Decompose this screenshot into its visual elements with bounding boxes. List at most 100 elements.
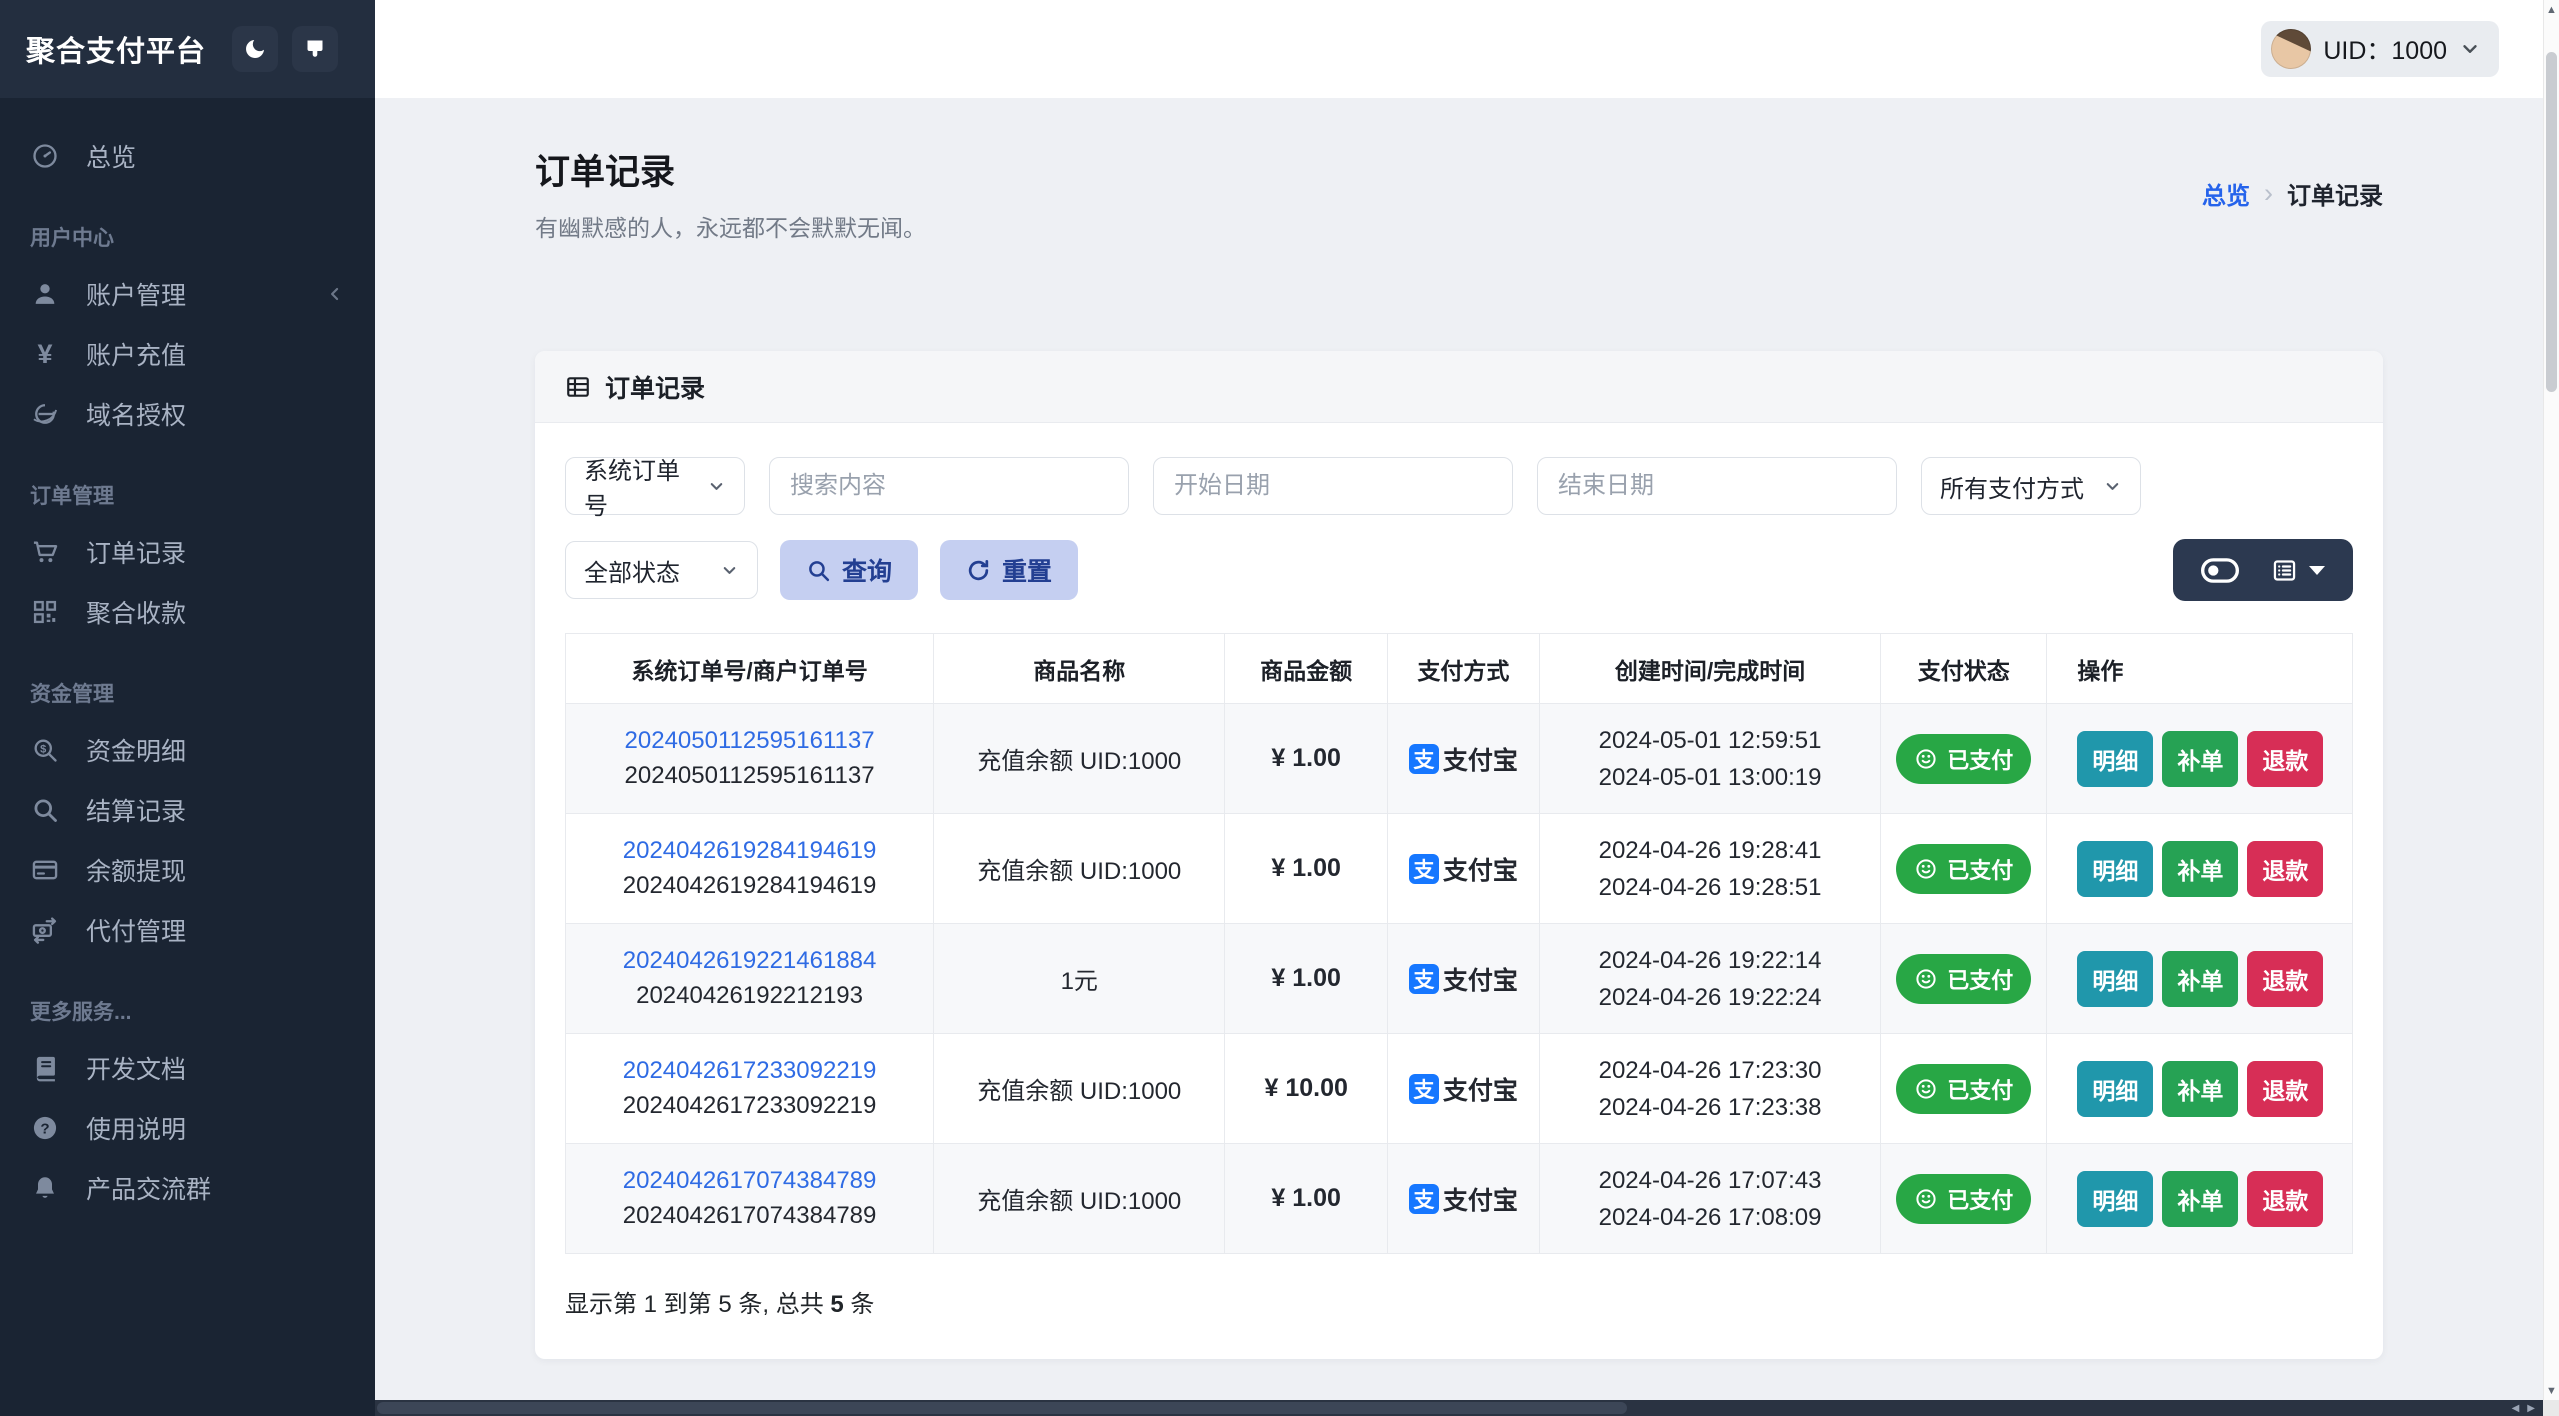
- sidebar-item-search[interactable]: 结算记录: [0, 780, 375, 840]
- status-badge: 已支付: [1896, 843, 2032, 894]
- action-detail-button[interactable]: 明细: [2077, 950, 2154, 1007]
- table-row: 2024042617074384789 2024042617074384789 充值…: [564, 1143, 2353, 1254]
- row-actions: 明细 补单 退款: [2046, 1033, 2353, 1144]
- action-detail-button[interactable]: 明细: [2077, 840, 2154, 897]
- smiley-icon: [1914, 1077, 1938, 1101]
- column-header: 商品名称: [933, 633, 1226, 704]
- pay-method: 支支付宝: [1408, 741, 1518, 777]
- table-toolbar: [2173, 539, 2353, 601]
- sidebar-item-yen[interactable]: ¥ 账户充值: [0, 324, 375, 384]
- row-actions: 明细 补单 退款: [2046, 813, 2353, 924]
- sidebar-item-label: 余额提现: [86, 858, 187, 886]
- column-header: 操作: [2046, 633, 2353, 704]
- smiley-icon: [1914, 967, 1938, 991]
- product-amount: ¥ 1.00: [1224, 923, 1388, 1034]
- sidebar-item-search-dollar[interactable]: $ 资金明细: [0, 720, 375, 780]
- column-header: 系统订单号/商户订单号: [564, 633, 935, 704]
- sidebar-item-question[interactable]: ? 使用说明: [0, 1098, 375, 1158]
- sidebar-item-globe[interactable]: 域名授权: [0, 384, 375, 444]
- order-type-select[interactable]: 系统订单号: [565, 457, 745, 520]
- sidebar-item-qrcode[interactable]: 聚合收款: [0, 582, 375, 642]
- end-date-input[interactable]: [1537, 457, 1897, 515]
- sidebar-item-person[interactable]: 账户管理: [0, 264, 375, 324]
- theme-button[interactable]: [292, 26, 339, 72]
- uid-label: UID：1000: [2323, 37, 2447, 65]
- sidebar-item-card[interactable]: 余额提现: [0, 840, 375, 900]
- sidebar-item-label: 资金明细: [86, 738, 187, 766]
- qrcode-icon: [30, 597, 60, 627]
- merchant-order-number: 2024042617074384789: [622, 1202, 877, 1229]
- globe-icon: [30, 399, 60, 429]
- product-amount: ¥ 1.00: [1224, 703, 1388, 814]
- table-row: 2024042617233092219 2024042617233092219 充值…: [564, 1033, 2353, 1144]
- action-supplement-button[interactable]: 补单: [2162, 840, 2239, 897]
- system-order-link[interactable]: 2024042619284194619: [574, 837, 925, 865]
- action-refund-button[interactable]: 退款: [2247, 840, 2324, 897]
- user-menu[interactable]: UID：1000: [2261, 21, 2499, 77]
- sidebar-item-book[interactable]: 开发文档: [0, 1038, 375, 1098]
- action-detail-button[interactable]: 明细: [2077, 1060, 2154, 1117]
- table-row: 2024050112595161137 2024050112595161137 充值…: [564, 703, 2353, 814]
- smiley-icon: [1914, 747, 1938, 771]
- bell-icon: [30, 1173, 60, 1203]
- product-name: 充值余额 UID:1000: [933, 1033, 1226, 1144]
- brush-icon: [303, 37, 327, 61]
- column-header: 支付方式: [1386, 633, 1540, 704]
- sidebar-item-dashboard[interactable]: 总览: [0, 126, 375, 186]
- action-detail-button[interactable]: 明细: [2077, 730, 2154, 787]
- action-refund-button[interactable]: 退款: [2247, 1060, 2324, 1117]
- smiley-icon: [1914, 1187, 1938, 1211]
- product-name: 充值余额 UID:1000: [933, 703, 1226, 814]
- action-supplement-button[interactable]: 补单: [2162, 1170, 2239, 1227]
- dark-mode-button[interactable]: [232, 26, 279, 72]
- action-refund-button[interactable]: 退款: [2247, 730, 2324, 787]
- action-supplement-button[interactable]: 补单: [2162, 730, 2239, 787]
- search-input[interactable]: [769, 457, 1129, 515]
- pay-method: 支支付宝: [1408, 1071, 1518, 1107]
- action-refund-button[interactable]: 退款: [2247, 1170, 2324, 1227]
- vertical-scroll-thumb[interactable]: [2546, 52, 2557, 392]
- status-badge: 已支付: [1896, 953, 2032, 1004]
- system-order-link[interactable]: 2024042617074384789: [574, 1167, 925, 1195]
- book-icon: [30, 1053, 60, 1083]
- list-icon: [2271, 557, 2298, 584]
- status-select[interactable]: 全部状态: [565, 541, 758, 599]
- table-row: 2024042619221461884 20240426192212193 1元 ¥ …: [564, 923, 2353, 1034]
- scroll-up-arrow[interactable]: ▲: [2544, 3, 2559, 17]
- action-supplement-button[interactable]: 补单: [2162, 1060, 2239, 1117]
- sidebar-item-transfer[interactable]: 代付管理: [0, 900, 375, 960]
- sidebar-header: 聚合支付平台: [0, 0, 375, 98]
- action-supplement-button[interactable]: 补单: [2162, 950, 2239, 1007]
- chevron-down-icon: [707, 477, 726, 496]
- reset-button[interactable]: 重置: [940, 540, 1079, 600]
- start-date-input[interactable]: [1153, 457, 1513, 515]
- system-order-link[interactable]: 2024050112595161137: [574, 727, 925, 755]
- horizontal-scroll-arrows[interactable]: ◀ ▶: [2512, 1400, 2535, 1416]
- columns-dropdown-button[interactable]: [2271, 557, 2325, 584]
- pay-method-select[interactable]: 所有支付方式: [1921, 457, 2141, 515]
- merchant-order-number: 20240426192212193: [636, 982, 864, 1009]
- sidebar-section-label: 资金管理: [30, 683, 114, 706]
- toggle-view-button[interactable]: [2201, 557, 2239, 583]
- action-refund-button[interactable]: 退款: [2247, 950, 2324, 1007]
- breadcrumb-home-link[interactable]: 总览: [2202, 176, 2250, 211]
- card-icon: [30, 855, 60, 885]
- horizontal-scrollbar[interactable]: ◀ ▶: [375, 1400, 2543, 1416]
- sidebar-item-cart[interactable]: 订单记录: [0, 522, 375, 582]
- scroll-down-arrow[interactable]: ▼: [2544, 1384, 2559, 1398]
- horizontal-scroll-thumb[interactable]: [377, 1402, 1627, 1414]
- sidebar-item-bell[interactable]: 产品交流群: [0, 1158, 375, 1218]
- vertical-scrollbar[interactable]: ▲ ▼: [2543, 0, 2559, 1400]
- system-order-link[interactable]: 2024042617233092219: [574, 1057, 925, 1085]
- sidebar-item-label: 产品交流群: [86, 1176, 212, 1204]
- system-order-link[interactable]: 2024042619221461884: [574, 947, 925, 975]
- page-head: 订单记录 有幽默感的人，永远都不会默默无闻。 总览 › 订单记录: [535, 144, 2383, 243]
- sidebar-item-label: 总览: [86, 144, 137, 172]
- status-badge: 已支付: [1896, 1173, 2032, 1224]
- app-logo: 聚合支付平台: [26, 36, 207, 68]
- status-badge: 已支付: [1896, 733, 2032, 784]
- query-button[interactable]: 查询: [780, 540, 919, 600]
- page-title: 订单记录: [535, 153, 676, 192]
- action-detail-button[interactable]: 明细: [2077, 1170, 2154, 1227]
- breadcrumb-separator: ›: [2264, 178, 2273, 208]
